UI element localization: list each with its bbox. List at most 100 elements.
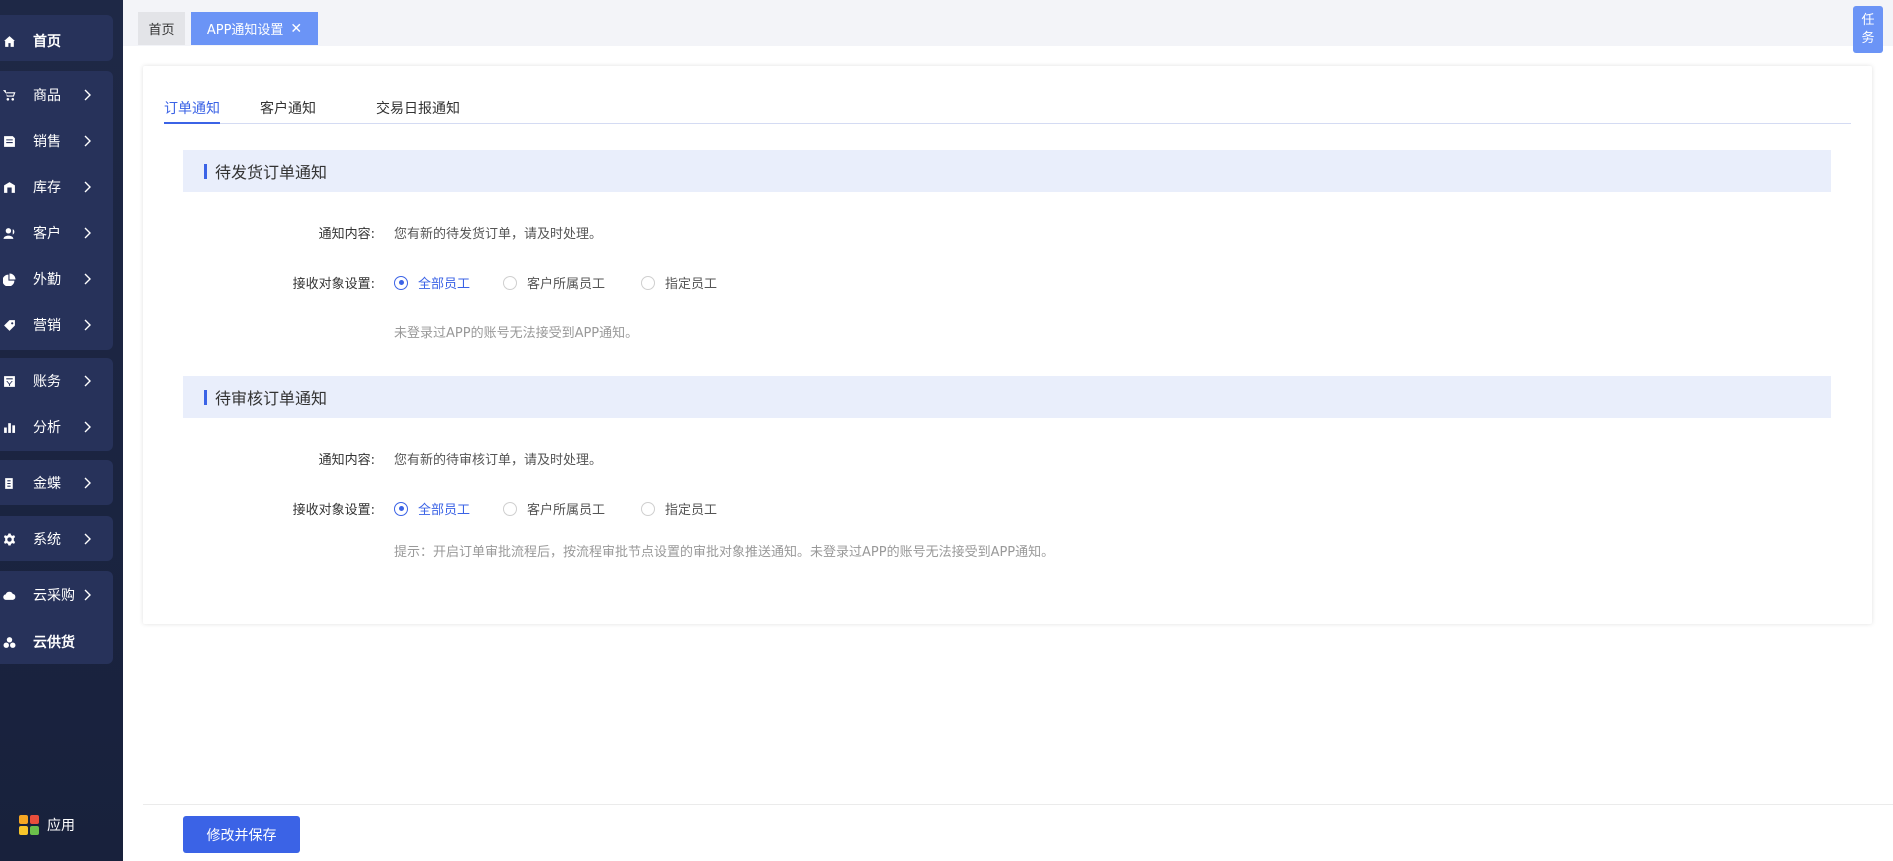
apps-label: 应用 [47, 818, 75, 834]
sidebar-item-home[interactable]: 首页 [0, 18, 113, 64]
receiver-label: 接收对象设置: [292, 503, 375, 518]
kingdee-icon [3, 477, 16, 490]
radio-dot [503, 275, 517, 290]
section-header: 待发货订单通知 [183, 150, 1831, 192]
hint-text: 提示：开启订单审批流程后，按流程审批节点设置的审批对象推送通知。未登录过APP的… [394, 545, 1055, 560]
tab-label: 首页 [148, 23, 175, 38]
gear-icon [3, 533, 16, 546]
sidebar-item-label: 金蝶 [33, 476, 61, 492]
radio-all-staff[interactable]: 全部员工 [394, 273, 470, 292]
section-accent-bar [204, 389, 207, 405]
sidebar-item-system[interactable]: 系统 [0, 516, 113, 562]
sidebar-item-cloud-supply[interactable]: 云供货 [0, 619, 113, 665]
sidebar-item-sales[interactable]: 销售 [0, 118, 113, 164]
chevron-right-icon [82, 89, 92, 101]
sidebar-item-inventory[interactable]: 库存 [0, 164, 113, 210]
tab-customer-notification[interactable]: 客户通知 [260, 98, 316, 124]
sidebar-item-accounts[interactable]: 账务 [0, 358, 113, 404]
radio-label: 指定员工 [665, 277, 718, 292]
chevron-right-icon [82, 227, 92, 239]
home-icon [3, 35, 16, 48]
close-icon[interactable]: ✕ [290, 21, 302, 37]
chevron-right-icon [82, 319, 92, 331]
radio-specified-staff[interactable]: 指定员工 [641, 273, 717, 292]
radio-label: 指定员工 [665, 503, 718, 518]
chevron-right-icon [82, 135, 92, 147]
radio-dot [641, 275, 655, 290]
content-text: 您有新的待审核订单，请及时处理。 [394, 453, 603, 468]
footer-divider [143, 804, 1893, 805]
warehouse-icon [3, 181, 16, 194]
radio-label: 客户所属员工 [527, 277, 606, 292]
section-title: 待发货订单通知 [215, 163, 328, 182]
sidebar-item-label: 云供货 [33, 635, 75, 651]
content-label: 通知内容: [318, 227, 375, 242]
sidebar-item-label: 库存 [33, 180, 61, 196]
radio-customer-staff[interactable]: 客户所属员工 [503, 273, 605, 292]
customer-icon [3, 227, 16, 240]
notification-tabs: 订单通知 客户通知 交易日报通知 [164, 98, 1851, 124]
radio-dot [641, 501, 655, 516]
sidebar-item-label: 首页 [33, 34, 61, 50]
chevron-right-icon [82, 477, 92, 489]
tab-app-notification-settings[interactable]: APP通知设置 ✕ [191, 12, 318, 45]
sidebar-item-label: 商品 [33, 88, 61, 104]
chevron-right-icon [82, 533, 92, 545]
sidebar-item-marketing[interactable]: 营销 [0, 302, 113, 348]
section-title: 待审核订单通知 [215, 389, 328, 408]
sidebar-item-goods[interactable]: 商品 [0, 72, 113, 118]
receiver-label: 接收对象设置: [292, 277, 375, 292]
sidebar-item-customer[interactable]: 客户 [0, 210, 113, 256]
radio-label: 全部员工 [418, 277, 471, 292]
sidebar-item-analysis[interactable]: 分析 [0, 404, 113, 450]
sidebar-item-label: 营销 [33, 318, 61, 334]
supply-icon [3, 636, 16, 649]
save-button[interactable]: 修改并保存 [183, 816, 300, 853]
task-button[interactable]: 任 务 [1853, 6, 1883, 53]
page-tabs-bar: 首页 APP通知设置 ✕ [123, 0, 1893, 46]
tab-daily-report-notification[interactable]: 交易日报通知 [376, 98, 460, 124]
sidebar-item-label: 分析 [33, 420, 61, 436]
tab-home[interactable]: 首页 [138, 12, 185, 45]
ledger-icon [3, 375, 16, 388]
apps-grid-icon [19, 814, 40, 836]
tag-icon [3, 319, 16, 332]
cart-icon [3, 89, 16, 102]
sales-icon [3, 135, 16, 148]
radio-specified-staff[interactable]: 指定员工 [641, 499, 717, 518]
tab-order-notification[interactable]: 订单通知 [164, 98, 220, 124]
chevron-right-icon [82, 273, 92, 285]
section-header: 待审核订单通知 [183, 376, 1831, 418]
sidebar-item-label: 销售 [33, 134, 61, 150]
hint-text: 未登录过APP的账号无法接受到APP通知。 [394, 326, 639, 341]
sidebar: 首页 商品 销售 库存 客户 外勤 营销 账务 分析 金蝶 系统 云采购 云供货… [0, 0, 123, 861]
task-label-line2: 务 [1861, 30, 1875, 46]
section-accent-bar [204, 163, 207, 179]
sidebar-item-label: 系统 [33, 532, 61, 548]
radio-dot [503, 501, 517, 516]
chevron-right-icon [82, 375, 92, 387]
chevron-right-icon [82, 589, 92, 601]
chevron-right-icon [82, 421, 92, 433]
apps-button[interactable]: 应用 [19, 812, 75, 838]
tab-label: APP通知设置 [206, 23, 284, 38]
sidebar-item-label: 账务 [33, 374, 61, 390]
radio-dot [394, 501, 408, 516]
chart-icon [3, 421, 16, 434]
sidebar-item-cloud-purchase[interactable]: 云采购 [0, 572, 113, 618]
cloud-icon [3, 589, 16, 602]
radio-dot [394, 275, 408, 290]
sidebar-item-fieldwork[interactable]: 外勤 [0, 256, 113, 302]
radio-label: 客户所属员工 [527, 503, 606, 518]
settings-card: 订单通知 客户通知 交易日报通知 待发货订单通知 通知内容: 您有新的待发货订单… [143, 66, 1872, 624]
content-label: 通知内容: [318, 453, 375, 468]
sidebar-item-kingdee[interactable]: 金蝶 [0, 460, 113, 506]
sidebar-item-label: 云采购 [33, 588, 75, 604]
radio-customer-staff[interactable]: 客户所属员工 [503, 499, 605, 518]
radio-all-staff[interactable]: 全部员工 [394, 499, 470, 518]
content-text: 您有新的待发货订单，请及时处理。 [394, 227, 603, 242]
sidebar-item-label: 客户 [33, 226, 61, 242]
chevron-right-icon [82, 181, 92, 193]
fieldwork-icon [3, 273, 16, 286]
sidebar-item-label: 外勤 [33, 272, 61, 288]
